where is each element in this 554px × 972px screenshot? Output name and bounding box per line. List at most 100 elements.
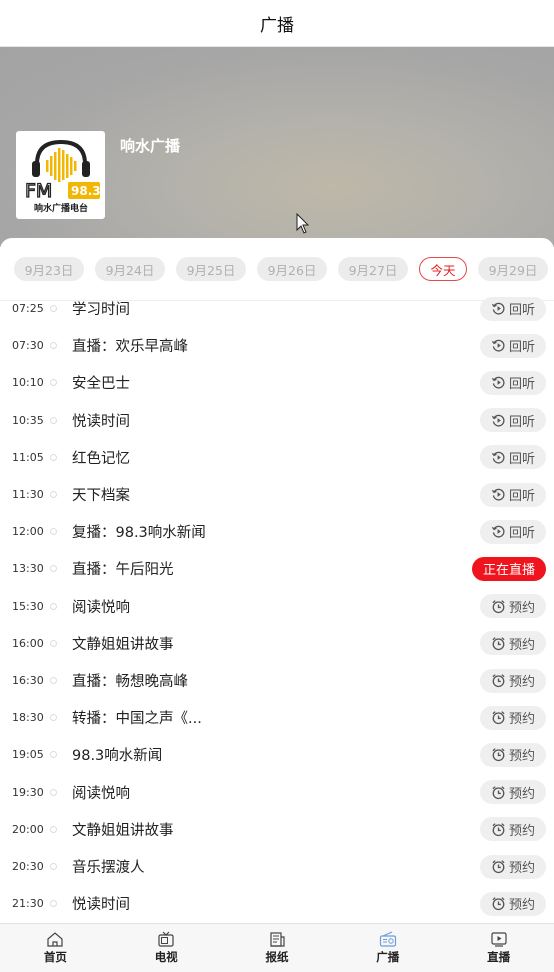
- program-name: 文静姐姐讲故事: [72, 822, 174, 839]
- program-row[interactable]: 16:00 文静姐姐讲故事 预约: [0, 625, 554, 662]
- replay-icon: [491, 487, 506, 502]
- program-name: 学习时间: [72, 302, 130, 318]
- reserve-button[interactable]: 预约: [480, 854, 546, 879]
- program-row[interactable]: 10:35 悦读时间 回听: [0, 402, 554, 439]
- program-name: 悦读时间: [72, 897, 130, 914]
- program-row[interactable]: 13:30 直播：午后阳光 正在直播: [0, 550, 554, 587]
- program-name: 天下档案: [72, 488, 130, 504]
- alarm-clock-icon: [491, 710, 506, 725]
- program-time: 11:30: [12, 488, 44, 501]
- program-time: 20:00: [12, 822, 44, 836]
- radio-icon: [379, 931, 397, 947]
- program-row[interactable]: 18:30 转播：中国之声《... 预约: [0, 699, 554, 736]
- replay-icon: [491, 524, 506, 539]
- program-time: 18:30: [12, 711, 44, 725]
- timeline-dot: [50, 900, 57, 908]
- alarm-clock-icon: [491, 785, 506, 800]
- date-tab[interactable]: 9月25日: [176, 257, 246, 281]
- reserve-button[interactable]: 预约: [480, 594, 546, 619]
- date-tab[interactable]: 9月26日: [257, 257, 327, 281]
- svg-text:FM: FM: [25, 180, 52, 202]
- tab-live-play[interactable]: 直播: [443, 924, 554, 972]
- replay-icon: [491, 338, 506, 353]
- reserve-button[interactable]: 预约: [480, 780, 546, 805]
- program-name: 阅读悦响: [72, 785, 130, 802]
- date-tab[interactable]: 9月29日: [478, 257, 548, 281]
- program-row[interactable]: 07:25 学习时间 回听: [0, 290, 554, 327]
- date-tab-today[interactable]: 今天: [419, 257, 467, 281]
- replay-button[interactable]: 回听: [480, 482, 546, 507]
- tab-radio[interactable]: 广播: [332, 924, 443, 972]
- program-row[interactable]: 11:05 红色记忆 回听: [0, 439, 554, 476]
- program-row[interactable]: 21:30 悦读时间 预约: [0, 885, 554, 922]
- replay-button[interactable]: 回听: [480, 370, 546, 395]
- program-name: 文静姐姐讲故事: [72, 636, 174, 653]
- reserve-button[interactable]: 预约: [480, 817, 546, 842]
- program-row[interactable]: 12:00 复播：98.3响水新闻 回听: [0, 513, 554, 550]
- replay-icon: [491, 450, 506, 465]
- tab-label: 直播: [487, 950, 511, 964]
- program-time: 07:25: [12, 302, 44, 315]
- action-label: 预约: [508, 712, 535, 728]
- tab-tv[interactable]: 电视: [111, 924, 222, 972]
- action-label: 预约: [508, 749, 535, 765]
- station-banner: FM 98.3 响水广播电台 响水广播: [0, 47, 554, 247]
- reserve-button[interactable]: 预约: [480, 705, 546, 730]
- alarm-clock-icon: [491, 599, 506, 614]
- reserve-button[interactable]: 预约: [480, 668, 546, 693]
- timeline-dot: [50, 788, 57, 796]
- station-logo: FM 98.3 响水广播电台: [16, 131, 105, 219]
- timeline-dot: [50, 416, 57, 424]
- date-tab[interactable]: 9月24日: [95, 257, 165, 281]
- program-row[interactable]: 10:10 安全巴士 回听: [0, 364, 554, 401]
- program-row[interactable]: 20:30 音乐摆渡人 预约: [0, 848, 554, 885]
- tab-label: 电视: [154, 950, 178, 964]
- live-now-button[interactable]: 正在直播: [472, 556, 546, 581]
- timeline-dot: [50, 379, 57, 387]
- program-name: 转播：中国之声《...: [72, 711, 202, 728]
- tab-label: 首页: [43, 950, 67, 964]
- replay-button[interactable]: 回听: [480, 408, 546, 433]
- live-play-icon: [490, 931, 508, 947]
- svg-text:响水广播电台: 响水广播电台: [33, 202, 87, 214]
- program-time: 19:05: [12, 748, 44, 762]
- replay-button[interactable]: 回听: [480, 519, 546, 544]
- action-label: 预约: [508, 786, 535, 802]
- station-name: 响水广播: [120, 137, 181, 155]
- timeline-dot: [50, 453, 57, 461]
- alarm-clock-icon: [491, 896, 506, 911]
- program-time: 20:30: [12, 860, 44, 873]
- program-name: 悦读时间: [72, 413, 130, 430]
- action-label: 预约: [508, 600, 535, 616]
- timeline-dot: [50, 825, 57, 833]
- timeline-dot: [50, 751, 57, 759]
- program-name: 直播：午后阳光: [72, 562, 174, 579]
- replay-button[interactable]: 回听: [480, 445, 546, 470]
- program-row[interactable]: 07:30 直播：欢乐早高峰 回听: [0, 327, 554, 364]
- date-tab[interactable]: 9月23日: [14, 257, 84, 281]
- program-row[interactable]: 11:30 天下档案 回听: [0, 476, 554, 513]
- program-row[interactable]: 15:30 阅读悦响 预约: [0, 588, 554, 625]
- program-row[interactable]: 16:30 直播：畅想晚高峰 预约: [0, 662, 554, 699]
- replay-button[interactable]: 回听: [480, 333, 546, 358]
- timeline-dot: [50, 528, 57, 536]
- program-row[interactable]: 20:00 文静姐姐讲故事 预约: [0, 811, 554, 848]
- action-label: 预约: [508, 898, 535, 914]
- program-time: 12:00: [12, 525, 44, 539]
- program-row[interactable]: 19:30 阅读悦响 预约: [0, 774, 554, 811]
- top-bar: 广播: [0, 0, 554, 47]
- reserve-button[interactable]: 预约: [480, 631, 546, 656]
- program-time: 21:30: [12, 897, 44, 911]
- timeline-dot: [50, 639, 57, 647]
- action-label: 回听: [508, 489, 535, 504]
- tab-newspaper[interactable]: 报纸: [222, 924, 333, 972]
- tab-home[interactable]: 首页: [0, 924, 111, 972]
- date-tab[interactable]: 9月27日: [338, 257, 408, 281]
- replay-button[interactable]: 回听: [480, 296, 546, 321]
- timeline-dot: [50, 342, 57, 350]
- action-label: 预约: [508, 823, 535, 839]
- reserve-button[interactable]: 预约: [480, 742, 546, 767]
- reserve-button[interactable]: 预约: [480, 891, 546, 916]
- program-time: 13:30: [12, 562, 44, 576]
- program-row[interactable]: 19:05 98.3响水新闻 预约: [0, 736, 554, 773]
